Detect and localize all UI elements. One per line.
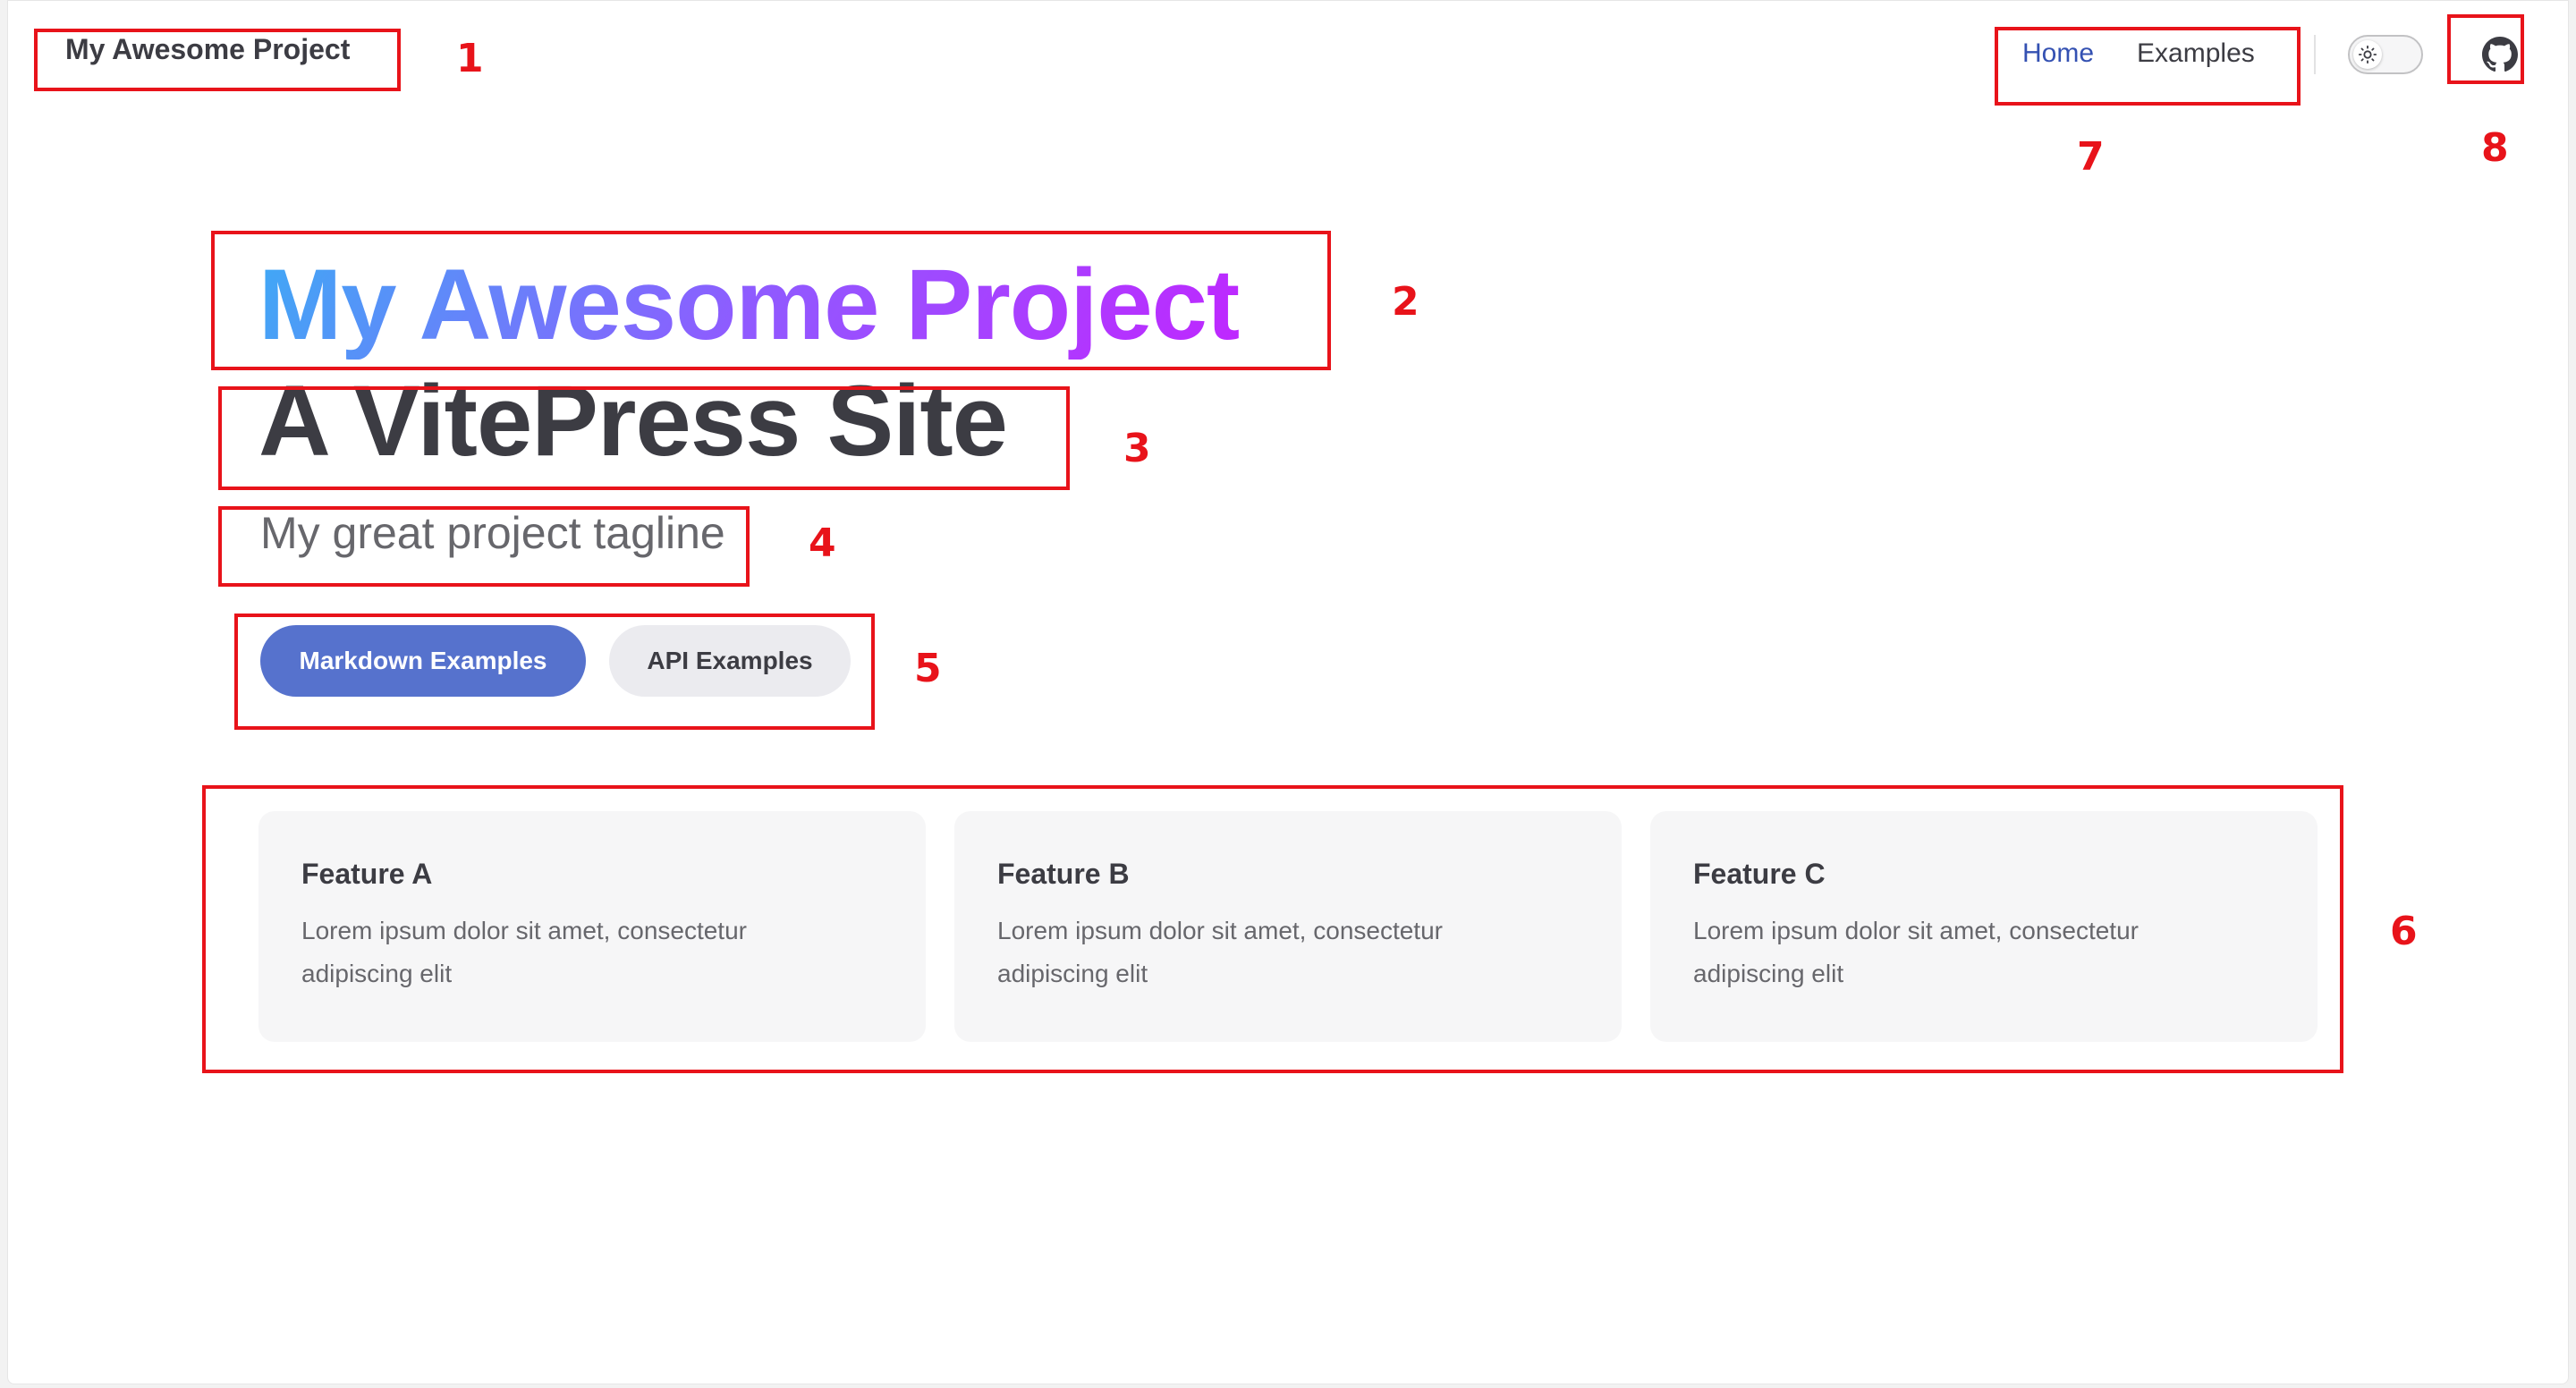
annotation-box-1 bbox=[34, 29, 401, 91]
annotation-number-6: 6 bbox=[2390, 909, 2418, 954]
annotation-number-7: 7 bbox=[2077, 134, 2105, 180]
annotation-number-1: 1 bbox=[456, 36, 484, 81]
annotation-box-8 bbox=[2447, 14, 2524, 84]
annotation-number-3: 3 bbox=[1123, 426, 1151, 471]
nav-divider bbox=[2314, 35, 2316, 74]
theme-toggle-switch[interactable] bbox=[2348, 35, 2423, 74]
annotation-box-4 bbox=[218, 506, 750, 587]
annotation-box-5 bbox=[234, 614, 875, 730]
sun-icon bbox=[2353, 40, 2382, 69]
annotation-number-8: 8 bbox=[2481, 125, 2509, 171]
annotation-number-4: 4 bbox=[809, 520, 836, 566]
annotation-box-2 bbox=[211, 231, 1331, 370]
annotation-number-2: 2 bbox=[1392, 279, 1419, 325]
annotation-box-7 bbox=[1995, 27, 2301, 106]
annotation-box-3 bbox=[218, 386, 1070, 490]
annotation-box-6 bbox=[202, 785, 2343, 1073]
annotation-number-5: 5 bbox=[914, 646, 942, 691]
